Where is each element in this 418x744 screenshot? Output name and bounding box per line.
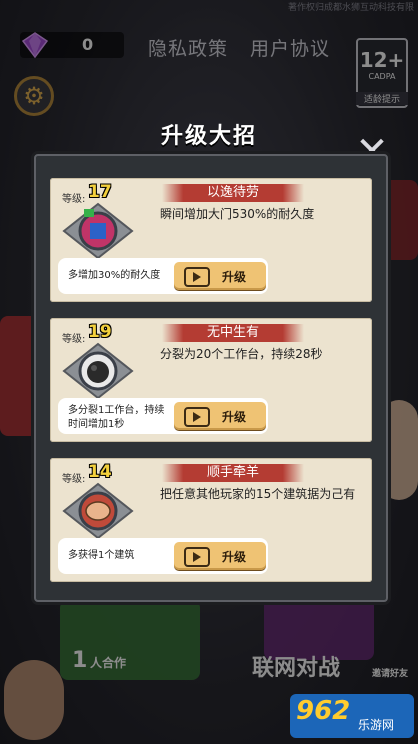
skill-card: 等级: 19 无中生有 分裂为20个工作台，持续28秒 多分裂1工作台，持续时间… (50, 318, 372, 442)
skill-description: 把任意其他玩家的15个建筑据为己有 (160, 487, 356, 501)
skill-name: 以逸待劳 (162, 184, 304, 202)
skill-card: 等级: 17 以逸待劳 瞬间增加大门530%的耐久度 多增加30%的耐久度 升级 (50, 178, 372, 302)
skill-name: 无中生有 (162, 324, 304, 342)
skill-description: 分裂为20个工作台，持续28秒 (160, 347, 323, 361)
watermark-sub: 乐游网 (358, 718, 395, 732)
upgrade-button-label: 升级 (222, 410, 247, 424)
upgrade-bonus-panel: 多增加30%的耐久度 升级 (58, 258, 268, 294)
upgrade-button[interactable]: 升级 (174, 402, 266, 430)
skill-name: 顺手牵羊 (162, 464, 304, 482)
upgrade-button[interactable]: 升级 (174, 262, 266, 290)
upgrade-bonus-text: 多获得1个建筑 (68, 550, 135, 561)
upgrade-skill-dialog: 等级: 17 以逸待劳 瞬间增加大门530%的耐久度 多增加30%的耐久度 升级… (34, 154, 388, 602)
skill-description: 瞬间增加大门530%的耐久度 (160, 207, 315, 221)
gate-durability-icon (60, 200, 136, 262)
upgrade-button-label: 升级 (222, 550, 247, 564)
upgrade-bonus-panel: 多分裂1工作台，持续时间增加1秒 升级 (58, 398, 268, 434)
upgrade-button[interactable]: 升级 (174, 542, 266, 570)
video-ad-icon (184, 547, 210, 567)
upgrade-bonus-text: 多分裂1工作台，持续时间增加1秒 (68, 405, 165, 430)
video-ad-icon (184, 407, 210, 427)
site-watermark-logo: 962 乐游网 (290, 694, 414, 738)
grab-hand-icon (60, 480, 136, 542)
level-number: 19 (88, 322, 112, 342)
upgrade-button-label: 升级 (222, 270, 247, 284)
watermark-brand: 962 (296, 696, 351, 726)
level-number: 14 (88, 462, 112, 482)
split-workbench-icon (60, 340, 136, 402)
upgrade-bonus-text: 多增加30%的耐久度 (68, 270, 161, 281)
skill-card: 等级: 14 顺手牵羊 把任意其他玩家的15个建筑据为己有 多获得1个建筑 升级 (50, 458, 372, 582)
level-number: 17 (88, 182, 112, 202)
video-ad-icon (184, 267, 210, 287)
upgrade-bonus-panel: 多获得1个建筑 升级 (58, 538, 268, 574)
